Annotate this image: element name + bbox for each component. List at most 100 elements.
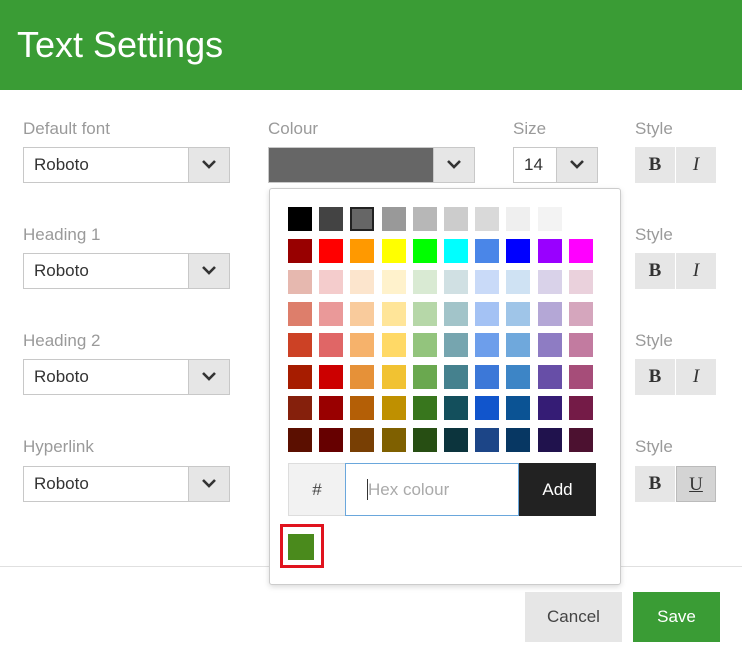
colour-swatch[interactable] <box>381 364 406 389</box>
colour-swatch[interactable] <box>350 364 375 389</box>
chevron-down-icon[interactable] <box>433 148 474 182</box>
colour-swatch[interactable] <box>381 427 406 452</box>
colour-swatch[interactable] <box>444 427 468 452</box>
size-select[interactable]: 14 <box>513 147 598 183</box>
colour-swatch[interactable] <box>288 333 312 357</box>
colour-swatch[interactable] <box>444 238 468 263</box>
colour-swatch[interactable] <box>412 427 437 452</box>
colour-swatch[interactable] <box>319 301 344 326</box>
colour-swatch[interactable] <box>537 364 562 389</box>
chevron-down-icon[interactable] <box>188 148 229 182</box>
colour-swatch[interactable] <box>537 396 562 420</box>
colour-swatch[interactable] <box>537 238 562 263</box>
colour-swatch[interactable] <box>475 427 500 452</box>
colour-swatch[interactable] <box>475 333 500 357</box>
colour-swatch[interactable] <box>444 301 468 326</box>
colour-swatch[interactable] <box>381 270 406 294</box>
colour-swatch[interactable] <box>412 238 437 263</box>
default-font-select[interactable]: Roboto <box>23 147 230 183</box>
colour-swatch[interactable] <box>506 270 531 294</box>
colour-swatch[interactable] <box>475 207 500 231</box>
colour-swatch[interactable] <box>350 427 375 452</box>
colour-swatch[interactable] <box>381 207 406 231</box>
colour-swatch[interactable] <box>475 301 500 326</box>
add-colour-button[interactable]: Add <box>519 463 596 516</box>
chevron-down-icon[interactable] <box>188 254 229 288</box>
colour-swatch[interactable] <box>319 270 344 294</box>
heading1-font-select[interactable]: Roboto <box>23 253 230 289</box>
colour-swatch[interactable] <box>537 427 562 452</box>
colour-swatch[interactable] <box>568 396 593 420</box>
colour-swatch[interactable] <box>506 238 531 263</box>
hyperlink-font-select[interactable]: Roboto <box>23 466 230 502</box>
bold-button[interactable]: B <box>635 359 675 395</box>
colour-swatch[interactable] <box>412 396 437 420</box>
save-button[interactable]: Save <box>633 592 720 642</box>
colour-swatch[interactable] <box>319 238 344 263</box>
colour-swatch[interactable] <box>319 364 344 389</box>
italic-button[interactable]: I <box>676 359 716 395</box>
colour-swatch[interactable] <box>506 396 531 420</box>
colour-swatch[interactable] <box>288 207 312 231</box>
colour-swatch[interactable] <box>537 270 562 294</box>
heading2-font-select[interactable]: Roboto <box>23 359 230 395</box>
colour-swatch[interactable] <box>444 396 468 420</box>
colour-swatch[interactable] <box>350 207 375 231</box>
italic-button[interactable]: I <box>676 253 716 289</box>
colour-swatch[interactable] <box>475 238 500 263</box>
cancel-button[interactable]: Cancel <box>525 592 622 642</box>
colour-swatch[interactable] <box>506 364 531 389</box>
colour-swatch[interactable] <box>319 207 344 231</box>
colour-swatch[interactable] <box>412 364 437 389</box>
colour-swatch[interactable] <box>350 396 375 420</box>
bold-button[interactable]: B <box>635 147 675 183</box>
colour-swatch[interactable] <box>568 364 593 389</box>
colour-swatch[interactable] <box>537 333 562 357</box>
colour-swatch[interactable] <box>506 427 531 452</box>
colour-swatch[interactable] <box>537 301 562 326</box>
colour-swatch[interactable] <box>506 301 531 326</box>
colour-swatch[interactable] <box>288 301 312 326</box>
colour-swatch[interactable] <box>568 333 593 357</box>
colour-swatch[interactable] <box>412 333 437 357</box>
colour-select[interactable] <box>268 147 475 183</box>
colour-swatch[interactable] <box>288 238 312 263</box>
chevron-down-icon[interactable] <box>556 148 597 182</box>
colour-swatch[interactable] <box>444 333 468 357</box>
colour-swatch[interactable] <box>412 301 437 326</box>
colour-swatch[interactable] <box>568 301 593 326</box>
colour-swatch[interactable] <box>444 207 468 231</box>
colour-swatch[interactable] <box>537 207 562 231</box>
colour-swatch[interactable] <box>319 396 344 420</box>
chevron-down-icon[interactable] <box>188 360 229 394</box>
colour-swatch[interactable] <box>568 427 593 452</box>
colour-swatch[interactable] <box>381 333 406 357</box>
colour-swatch[interactable] <box>288 364 312 389</box>
colour-swatch[interactable] <box>350 238 375 263</box>
underline-button[interactable]: U <box>676 466 716 502</box>
colour-swatch[interactable] <box>475 396 500 420</box>
colour-swatch[interactable] <box>288 396 312 420</box>
colour-swatch[interactable] <box>412 270 437 294</box>
colour-swatch[interactable] <box>381 301 406 326</box>
colour-swatch[interactable] <box>444 364 468 389</box>
colour-swatch[interactable] <box>506 333 531 357</box>
colour-swatch[interactable] <box>319 333 344 357</box>
colour-swatch[interactable] <box>568 270 593 294</box>
colour-swatch[interactable] <box>475 270 500 294</box>
chevron-down-icon[interactable] <box>188 467 229 501</box>
colour-swatch[interactable] <box>381 238 406 263</box>
colour-swatch[interactable] <box>412 207 437 231</box>
colour-swatch[interactable] <box>319 427 344 452</box>
colour-swatch[interactable] <box>350 333 375 357</box>
colour-swatch[interactable] <box>506 207 531 231</box>
colour-swatch[interactable] <box>381 396 406 420</box>
colour-swatch[interactable] <box>568 238 593 263</box>
colour-swatch[interactable] <box>350 270 375 294</box>
bold-button[interactable]: B <box>635 466 675 502</box>
colour-swatch[interactable] <box>475 364 500 389</box>
bold-button[interactable]: B <box>635 253 675 289</box>
custom-colour-swatch[interactable] <box>288 534 314 560</box>
colour-swatch[interactable] <box>444 270 468 294</box>
colour-swatch[interactable] <box>350 301 375 326</box>
